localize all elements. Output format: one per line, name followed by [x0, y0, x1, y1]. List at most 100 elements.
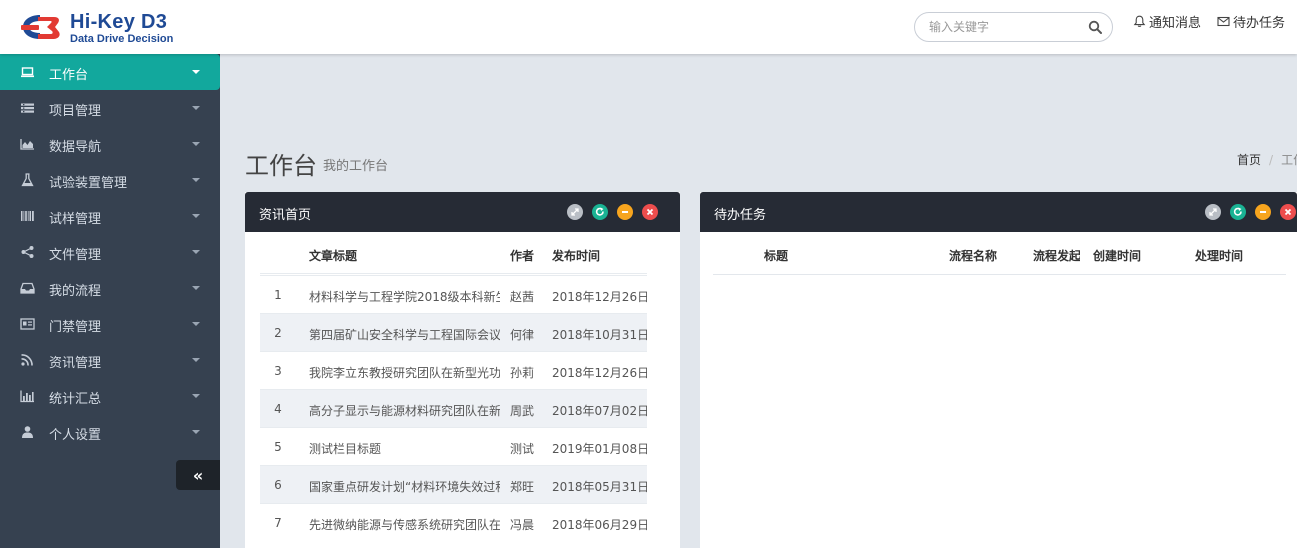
table-header-divider	[260, 273, 647, 274]
reload-icon[interactable]	[1230, 204, 1246, 220]
envelope-icon	[1217, 16, 1230, 26]
reload-icon[interactable]	[592, 204, 608, 220]
sidebar-item-projects[interactable]: 项目管理	[0, 90, 220, 126]
user-icon	[22, 426, 33, 438]
article-title-link[interactable]: 第四届矿山安全科学与工程国际会议	[309, 326, 500, 343]
row-index: 1	[274, 288, 282, 302]
fullscreen-icon[interactable]	[567, 204, 583, 220]
table-header-divider	[713, 274, 1286, 275]
sidebar-item-label: 统计汇总	[49, 392, 102, 407]
sidebar-collapse-button[interactable]: «	[176, 460, 220, 490]
chevron-down-icon	[192, 70, 200, 74]
chevron-down-icon	[192, 214, 200, 218]
table-row[interactable]: 2 第四届矿山安全科学与工程国际会议 何律 2018年10月31日	[260, 313, 647, 351]
sidebar-item-files[interactable]: 文件管理	[0, 234, 220, 270]
article-title-link[interactable]: 我院李立东教授研究团队在新型光功	[309, 364, 500, 381]
minimize-icon[interactable]	[1255, 204, 1271, 220]
table-row[interactable]: 4 高分子显示与能源材料研究团队在新 周武 2018年07月02日	[260, 389, 647, 427]
article-title-link[interactable]: 高分子显示与能源材料研究团队在新	[309, 402, 500, 419]
chevron-down-icon	[192, 286, 200, 290]
table-row[interactable]: 7 先进微纳能源与传感系统研究团队在 冯晨 2018年06月29日	[260, 503, 647, 541]
minimize-icon[interactable]	[617, 204, 633, 220]
article-author: 周武	[510, 404, 535, 418]
sidebar-item-label: 试样管理	[49, 212, 102, 227]
laptop-icon	[21, 67, 34, 78]
chevron-down-icon	[192, 142, 200, 146]
sidebar-item-data-nav[interactable]: 数据导航	[0, 126, 220, 162]
column-header-author[interactable]: 作者	[510, 247, 534, 264]
todo-link[interactable]: 待办任务	[1217, 12, 1286, 31]
search-icon[interactable]	[1088, 20, 1102, 34]
row-index: 5	[274, 440, 282, 454]
news-panel-header: 资讯首页	[245, 192, 680, 232]
bar-chart-icon	[20, 390, 34, 403]
sidebar-item-label: 我的流程	[49, 284, 102, 299]
notifications-label: 通知消息	[1149, 15, 1202, 31]
sidebar-item-my-flows[interactable]: 我的流程	[0, 270, 220, 306]
notifications-link[interactable]: 通知消息	[1133, 12, 1202, 31]
chevron-down-icon	[192, 178, 200, 182]
sidebar-item-workbench[interactable]: 工作台	[0, 54, 220, 90]
todo-label: 待办任务	[1233, 15, 1286, 31]
news-panel-tools	[567, 204, 658, 220]
app-logo[interactable]: Hi-Key D3 Data Drive Decision	[18, 9, 173, 47]
breadcrumb-separator: /	[1269, 153, 1274, 167]
column-header-flow-name[interactable]: 流程名称	[949, 247, 997, 264]
table-row[interactable]: 3 我院李立东教授研究团队在新型光功 孙莉 2018年12月26日	[260, 351, 647, 389]
sidebar-item-personal-settings[interactable]: 个人设置	[0, 414, 220, 450]
app-tagline: Data Drive Decision	[70, 32, 174, 45]
search-box	[914, 12, 1113, 42]
breadcrumb-current: 工作台	[1281, 153, 1297, 167]
article-date: 2018年12月26日	[552, 290, 647, 304]
sidebar-item-label: 工作台	[49, 68, 89, 83]
row-index: 7	[274, 516, 282, 530]
table-row[interactable]: 6 国家重点研发计划“材料环境失效过程 郑旺 2018年05月31日	[260, 465, 647, 503]
article-title-link[interactable]: 先进微纳能源与传感系统研究团队在	[309, 516, 500, 533]
article-date: 2018年05月31日	[552, 480, 647, 494]
sidebar-item-label: 项目管理	[49, 104, 102, 119]
column-header-initiator[interactable]: 流程发起	[1033, 247, 1080, 264]
article-title-link[interactable]: 国家重点研发计划“材料环境失效过程	[309, 478, 500, 495]
tasks-panel-title: 待办任务	[714, 208, 767, 223]
article-title-link[interactable]: 测试栏目标题	[309, 440, 500, 457]
article-date: 2018年10月31日	[552, 328, 647, 342]
sidebar-item-access-control[interactable]: 门禁管理	[0, 306, 220, 342]
article-title-link[interactable]: 材料科学与工程学院2018级本科新生	[309, 288, 500, 305]
close-icon[interactable]	[642, 204, 658, 220]
sidebar-item-samples[interactable]: 试样管理	[0, 198, 220, 234]
flask-icon	[21, 173, 34, 187]
column-header-handled[interactable]: 处理时间	[1195, 247, 1243, 264]
sidebar: 工作台 项目管理 数据导航 试验装置管理 试样管理 文件管理 我的流程 门禁管理	[0, 54, 220, 548]
column-header-title[interactable]: 标题	[764, 247, 788, 264]
sidebar-item-label: 试验装置管理	[49, 176, 128, 191]
page-title: 工作台	[245, 152, 317, 180]
sidebar-item-label: 门禁管理	[49, 320, 102, 335]
news-panel: 资讯首页 文章标题 作者 发布时间 1 材料科学与工程学院2018级本科新生 赵…	[245, 192, 680, 548]
column-header-date[interactable]: 发布时间	[552, 247, 600, 264]
page-subtitle: 我的工作台	[323, 159, 389, 174]
bell-icon	[1133, 15, 1146, 27]
close-icon[interactable]	[1280, 204, 1296, 220]
news-panel-title: 资讯首页	[259, 208, 312, 223]
fullscreen-icon[interactable]	[1205, 204, 1221, 220]
sidebar-item-label: 文件管理	[49, 248, 102, 263]
article-date: 2018年12月26日	[552, 366, 647, 380]
row-index: 4	[274, 402, 282, 416]
article-author: 赵茜	[510, 290, 535, 304]
breadcrumb-home-link[interactable]: 首页	[1237, 153, 1261, 167]
id-card-icon	[20, 318, 35, 330]
sidebar-item-news-admin[interactable]: 资讯管理	[0, 342, 220, 378]
column-header-title[interactable]: 文章标题	[309, 247, 357, 264]
sidebar-item-test-devices[interactable]: 试验装置管理	[0, 162, 220, 198]
chevron-down-icon	[192, 430, 200, 434]
table-row[interactable]: 1 材料科学与工程学院2018级本科新生 赵茜 2018年12月26日	[260, 275, 647, 313]
chevron-down-icon	[192, 106, 200, 110]
list-icon	[21, 103, 34, 113]
search-input[interactable]	[929, 19, 1079, 35]
tasks-panel: 待办任务 标题 流程名称 流程发起 创建时间 处理时间	[700, 192, 1297, 548]
table-row[interactable]: 5 测试栏目标题 测试 2019年01月08日	[260, 427, 647, 465]
sidebar-item-statistics[interactable]: 统计汇总	[0, 378, 220, 414]
chevron-down-icon	[192, 358, 200, 362]
app-title: Hi-Key D3	[70, 10, 168, 33]
column-header-created[interactable]: 创建时间	[1093, 247, 1141, 264]
